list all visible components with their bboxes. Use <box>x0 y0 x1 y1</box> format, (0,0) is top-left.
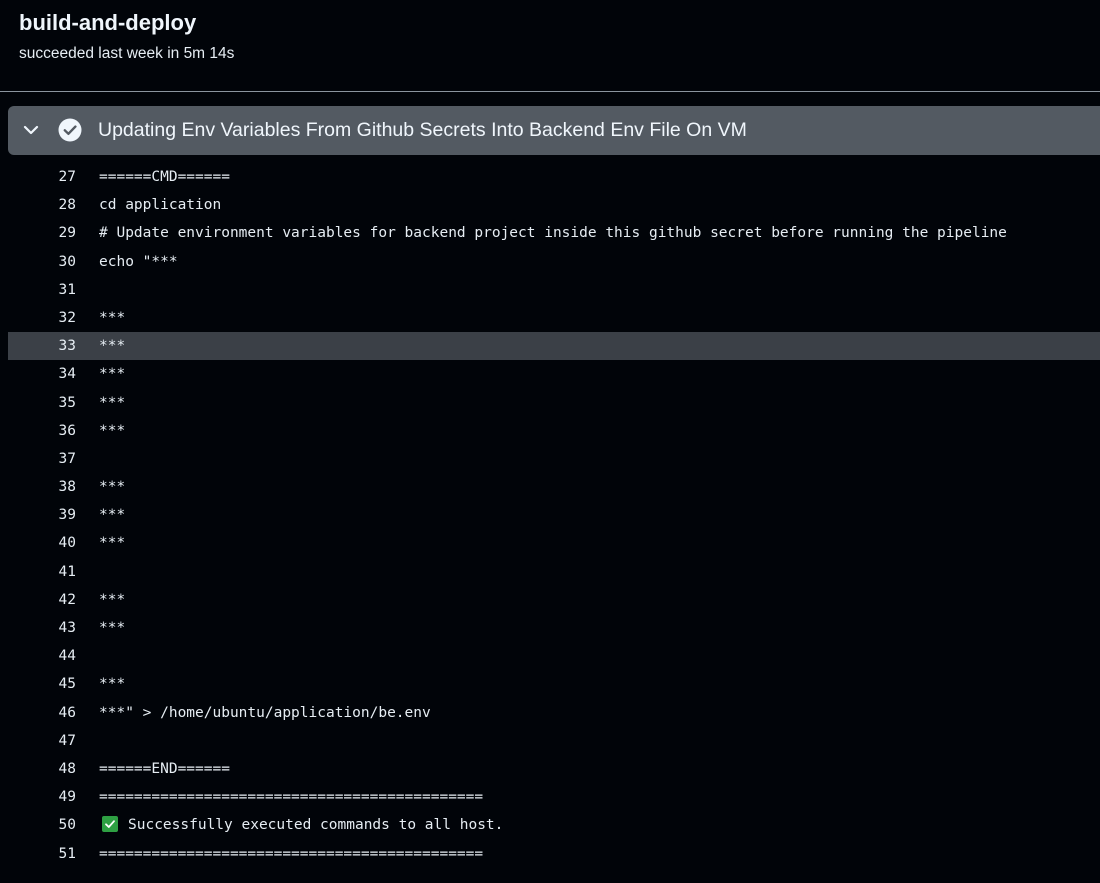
line-text: ========================================… <box>99 789 484 806</box>
log-output: 27 ======CMD====== 28 cd application 29 # U… <box>8 163 1100 868</box>
log-line: 28 cd application <box>8 191 1100 219</box>
log-line: 44 <box>8 642 1100 670</box>
log-line: 49 ======================================… <box>8 783 1100 811</box>
job-header: build-and-deploy succeeded last week in … <box>0 0 1100 92</box>
line-text: *** <box>99 535 126 552</box>
chevron-down-icon <box>23 125 39 135</box>
log-line: 50 Successfully executed commands to all … <box>8 811 1100 839</box>
log-line: 29 # Update environment variables for bac… <box>8 219 1100 247</box>
line-text-success: Successfully executed commands to all ho… <box>99 811 503 839</box>
line-number[interactable]: 32 <box>8 304 76 332</box>
line-number[interactable]: 38 <box>8 473 76 501</box>
line-number[interactable]: 47 <box>8 727 76 755</box>
log-line: 32 *** <box>8 304 1100 332</box>
line-number[interactable]: 37 <box>8 445 76 473</box>
success-message: Successfully executed commands to all ho… <box>128 817 504 834</box>
line-text: *** <box>99 338 126 355</box>
log-line: 39 *** <box>8 501 1100 529</box>
log-line: 27 ======CMD====== <box>8 163 1100 191</box>
line-number[interactable]: 43 <box>8 614 76 642</box>
line-text: *** <box>99 507 126 524</box>
log-line: 40 *** <box>8 529 1100 557</box>
line-number[interactable]: 44 <box>8 642 76 670</box>
line-text: *** <box>99 620 126 636</box>
line-text: *** <box>99 676 126 693</box>
line-text: # Update environment variables for backe… <box>99 225 1007 242</box>
log-line: 46 ***" > /home/ubuntu/application/be.env <box>8 699 1100 727</box>
log-line: 35 *** <box>8 389 1100 417</box>
log-line: 47 <box>8 727 1100 755</box>
line-number[interactable]: 31 <box>8 276 76 304</box>
line-number[interactable]: 28 <box>8 191 76 219</box>
log-line: 30 echo "*** <box>8 248 1100 276</box>
line-number[interactable]: 50 <box>8 811 76 839</box>
line-text: ***" > /home/ubuntu/application/be.env <box>99 704 431 721</box>
line-number[interactable]: 29 <box>8 219 76 247</box>
line-number[interactable]: 46 <box>8 699 76 727</box>
line-number[interactable]: 34 <box>8 360 76 388</box>
line-number[interactable]: 30 <box>8 248 76 276</box>
line-text: *** <box>99 479 126 496</box>
log-line: 36 *** <box>8 417 1100 445</box>
job-title: build-and-deploy <box>19 10 197 35</box>
line-text: *** <box>99 309 126 326</box>
log-line: 34 *** <box>8 360 1100 388</box>
step-header-toggle[interactable]: Updating Env Variables From Github Secre… <box>8 106 1100 155</box>
line-number[interactable]: 51 <box>8 840 76 868</box>
line-text: *** <box>99 591 126 608</box>
log-line: 31 <box>8 276 1100 304</box>
job-status-text: succeeded last week in 5m 14s <box>19 45 235 62</box>
log-line: 37 <box>8 445 1100 473</box>
log-line: 48 ======END====== <box>8 755 1100 783</box>
line-text: ======END====== <box>99 760 230 777</box>
line-text: *** <box>99 366 126 383</box>
log-line: 43 *** <box>8 614 1100 642</box>
line-number[interactable]: 35 <box>8 389 76 417</box>
line-text: cd application <box>99 197 222 214</box>
line-number[interactable]: 39 <box>8 501 76 529</box>
log-line: 45 *** <box>8 670 1100 698</box>
line-number[interactable]: 27 <box>8 163 76 191</box>
line-text: *** <box>99 394 126 411</box>
line-number[interactable]: 48 <box>8 755 76 783</box>
line-number[interactable]: 41 <box>8 558 76 586</box>
line-text: ========================================… <box>99 845 484 862</box>
log-line: 38 *** <box>8 473 1100 501</box>
log-line-highlighted: 33 *** <box>8 332 1100 361</box>
log-line: 41 <box>8 558 1100 586</box>
log-line: 51 ======================================… <box>8 840 1100 868</box>
line-number[interactable]: 42 <box>8 586 76 614</box>
line-number[interactable]: 49 <box>8 783 76 811</box>
success-check-icon <box>102 816 118 833</box>
line-number[interactable]: 45 <box>8 670 76 698</box>
step-title: Updating Env Variables From Github Secre… <box>98 119 747 141</box>
line-number[interactable]: 36 <box>8 417 76 445</box>
line-text: ======CMD====== <box>99 169 230 185</box>
line-text: echo "*** <box>99 253 178 270</box>
log-line: 42 *** <box>8 586 1100 614</box>
line-number[interactable]: 40 <box>8 529 76 557</box>
check-circle-icon <box>58 118 82 142</box>
line-text: *** <box>99 422 126 439</box>
line-number[interactable]: 33 <box>8 332 76 360</box>
